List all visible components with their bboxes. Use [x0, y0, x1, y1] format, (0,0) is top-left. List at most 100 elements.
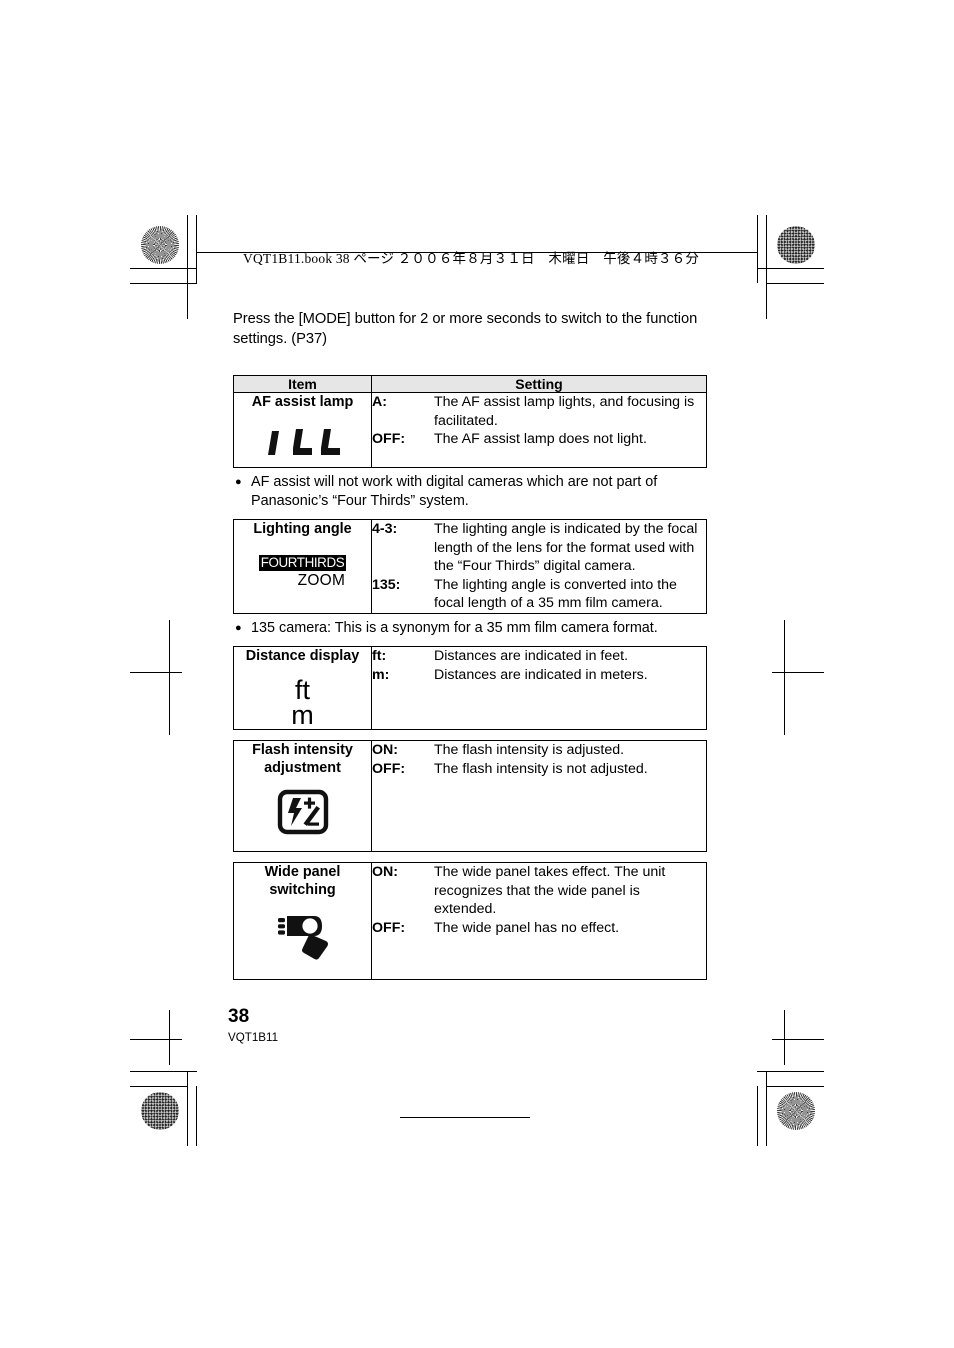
- item-title: Flash intensity adjustment: [252, 741, 353, 776]
- distance-unit-meters-text: m: [291, 700, 314, 731]
- crop-line: [757, 1086, 758, 1146]
- setting-row: ft: Distances are indicated in feet.: [372, 647, 706, 666]
- setting-value: The wide panel takes effect. The unit re…: [434, 863, 666, 918]
- setting-value: Distances are indicated in meters.: [434, 666, 648, 683]
- item-title: AF assist lamp: [251, 394, 354, 410]
- setting-cell-lighting-angle: 4-3: The lighting angle is indicated by …: [371, 519, 707, 614]
- crop-line: [187, 283, 188, 319]
- note-af-assist: ● AF assist will not work with digital c…: [233, 473, 707, 511]
- table-wide-panel-switching: Wide panel switching ON: The wide panel …: [233, 861, 707, 980]
- note-135-camera: ● 135 camera: This is a synonym for a 35…: [233, 619, 707, 638]
- setting-key: ft:: [372, 647, 387, 664]
- crop-line: [757, 215, 758, 283]
- table-row: Flash intensity adjustment ON: The flash…: [233, 739, 707, 852]
- registration-target-left-upper: [153, 290, 183, 320]
- setting-key: A:: [372, 394, 387, 410]
- crop-line: [400, 1117, 530, 1118]
- crop-line: [766, 1086, 824, 1087]
- setting-value: The wide panel has no effect.: [434, 919, 620, 936]
- setting-row: OFF: The flash intensity is not adjusted…: [372, 760, 706, 779]
- item-title: Wide panel switching: [264, 863, 341, 898]
- setting-key: 4-3:: [372, 521, 398, 537]
- crop-line: [784, 620, 785, 735]
- flash-intensity-icon: [234, 789, 371, 835]
- registration-sunburst-top-left: [141, 226, 179, 264]
- setting-row: ON: The wide panel takes effect. The uni…: [372, 863, 706, 919]
- setting-key: ON:: [372, 741, 399, 758]
- setting-value: Distances are indicated in feet.: [434, 647, 629, 664]
- setting-row: A: The AF assist lamp lights, and focusi…: [372, 393, 706, 430]
- registration-target-left-middle: [154, 658, 184, 688]
- setting-row: OFF: The wide panel has no effect.: [372, 919, 706, 938]
- item-title: Distance display: [245, 647, 360, 664]
- setting-value: The lighting angle is indicated by the f…: [434, 521, 698, 575]
- setting-value: The lighting angle is converted into the…: [434, 576, 677, 612]
- setting-key: 135:: [372, 576, 401, 593]
- page-number: 38: [228, 1006, 250, 1027]
- document-code: VQT1B11: [228, 1031, 279, 1044]
- setting-row: m: Distances are indicated in meters.: [372, 666, 706, 685]
- registration-target-bottom-right-inner: [722, 1103, 752, 1133]
- fourthirds-badge-text: FOURTHIRDS: [258, 555, 347, 572]
- crop-line: [169, 620, 170, 735]
- column-header-item: Item: [233, 375, 372, 393]
- lcd-fourthirds-zoom-icon: FOURTHIRDS ZOOM: [234, 550, 371, 594]
- registration-target-right-upper: [770, 290, 800, 320]
- registration-maze-bottom-left: [141, 1092, 179, 1130]
- table-row: Distance display ft m ft: Distances are …: [233, 645, 707, 731]
- table-af-assist-lamp: Item Setting AF assist lamp A: The AF as…: [233, 375, 707, 468]
- bullet-icon: ●: [235, 476, 242, 488]
- intro-paragraph: Press the [MODE] button for 2 or more se…: [233, 311, 698, 347]
- setting-row: 4-3: The lighting angle is indicated by …: [372, 520, 706, 576]
- registration-target-top-right-inner: [722, 237, 752, 267]
- table-row: Lighting angle FOURTHIRDS ZOOM 4-3: The …: [233, 519, 707, 614]
- crop-line: [766, 1071, 767, 1146]
- setting-cell-wide-panel: ON: The wide panel takes effect. The uni…: [371, 861, 707, 980]
- crop-line: [196, 215, 197, 283]
- item-title: Lighting angle: [253, 521, 352, 537]
- setting-value: The flash intensity is adjusted.: [434, 741, 625, 758]
- crop-line: [187, 1071, 188, 1146]
- setting-row: 135: The lighting angle is converted int…: [372, 576, 706, 613]
- item-cell-af-assist-lamp: AF assist lamp: [233, 392, 372, 468]
- registration-target-bottom-left-inner: [200, 1103, 230, 1133]
- table-lighting-angle: Lighting angle FOURTHIRDS ZOOM 4-3: The …: [233, 519, 707, 614]
- crop-line: [757, 268, 824, 269]
- registration-target-top-left-inner: [200, 237, 230, 267]
- setting-key: OFF:: [372, 919, 406, 936]
- registration-target-right-middle: [769, 658, 799, 688]
- crop-line: [130, 1086, 188, 1087]
- registration-sunburst-bottom-right: [777, 1092, 815, 1130]
- item-cell-flash-intensity: Flash intensity adjustment: [233, 739, 372, 852]
- crop-line: [130, 268, 196, 269]
- note-text: 135 camera: This is a synonym for a 35 m…: [251, 619, 658, 636]
- crop-line: [130, 283, 197, 284]
- crop-line: [130, 1071, 197, 1072]
- item-cell-wide-panel: Wide panel switching: [233, 861, 372, 980]
- crop-line: [196, 1086, 197, 1146]
- page-content: Press the [MODE] button for 2 or more se…: [233, 310, 707, 980]
- table-header-row: Item Setting: [233, 375, 707, 393]
- setting-value: The AF assist lamp lights, and focusing …: [434, 394, 695, 429]
- lcd-ill-icon: [234, 423, 371, 467]
- setting-value: The AF assist lamp does not light.: [434, 431, 647, 448]
- crop-line: [772, 1039, 824, 1040]
- registration-target-right-lower: [769, 1025, 799, 1055]
- setting-key: ON:: [372, 863, 399, 880]
- setting-cell-distance-display: ft: Distances are indicated in feet. m: …: [371, 645, 707, 730]
- setting-row: ON: The flash intensity is adjusted.: [372, 741, 706, 760]
- crop-line: [766, 215, 767, 290]
- item-cell-distance-display: Distance display ft m: [233, 645, 372, 731]
- zoom-label-text: ZOOM: [297, 572, 346, 590]
- registration-target-left-lower: [153, 1025, 183, 1055]
- setting-key: OFF:: [372, 431, 406, 448]
- setting-cell-af-assist-lamp: A: The AF assist lamp lights, and focusi…: [371, 392, 707, 468]
- setting-row: OFF: The AF assist lamp does not light.: [372, 430, 706, 449]
- table-distance-display: Distance display ft m ft: Distances are …: [233, 645, 707, 731]
- crop-line: [757, 1071, 824, 1072]
- crop-line: [766, 283, 824, 284]
- setting-key: OFF:: [372, 760, 406, 777]
- table-row: AF assist lamp A: The AF assist lamp lig…: [233, 392, 707, 468]
- registration-target-bottom-center: [455, 1103, 485, 1133]
- crop-line: [169, 1010, 170, 1065]
